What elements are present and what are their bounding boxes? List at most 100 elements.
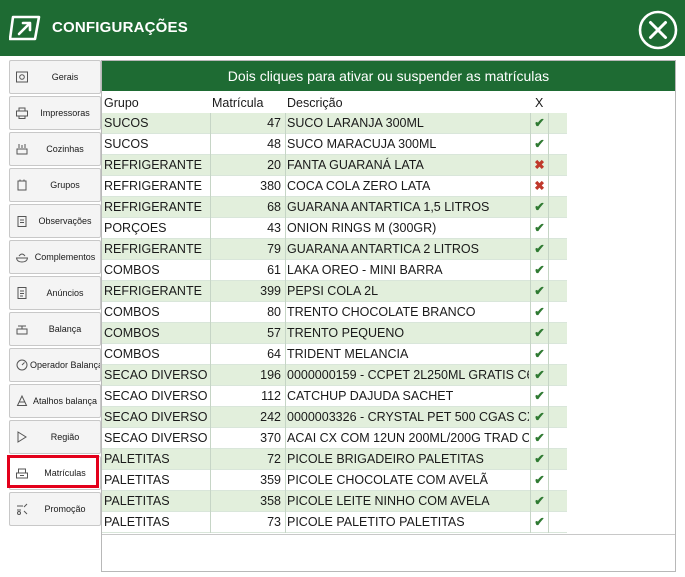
sidebar-item-regiao[interactable]: Região [9,420,101,454]
cross-icon[interactable]: ✖ [530,155,548,176]
cell-descricao: PEPSI COLA 2L [285,281,529,302]
clipboard-icon [14,213,30,229]
table-row[interactable]: REFRIGERANTE 79 GUARANA ANTARTICA 2 LITROS… [102,239,567,260]
cell-grupo: SUCOS [104,116,149,130]
table-row[interactable]: SECAO DIVERSO 242 0000003326 - CRYSTAL PET… [102,407,567,428]
cell-descricao: CATCHUP DAJUDA SACHET [285,386,529,407]
check-icon[interactable]: ✔ [530,386,548,407]
cell-grupo: PORÇOES [104,221,167,235]
sidebar-item-label: Promoção [44,504,86,514]
sidebar-item-gerais[interactable]: Gerais [9,60,101,94]
check-icon[interactable]: ✔ [530,449,548,470]
table-row[interactable]: SECAO DIVERSO 196 0000000159 - CCPET 2L250… [102,365,567,386]
matriculas-panel: Dois cliques para ativar ou suspender as… [101,60,676,572]
sidebar-item-cozinhas[interactable]: Cozinhas [9,132,101,166]
cell-descricao: SUCO MARACUJA 300ML [285,134,529,155]
sidebar-item-grupos[interactable]: Grupos [9,168,101,202]
cross-icon[interactable]: ✖ [530,176,548,197]
document-icon [14,285,30,301]
configuracoes-window: CONFIGURAÇÕES Gerais Impressoras Cozinha… [0,0,685,577]
column-header-status[interactable]: X [535,96,543,110]
table-row[interactable]: REFRIGERANTE 399 PEPSI COLA 2L ✔ [102,281,567,302]
check-icon[interactable]: ✔ [530,512,548,533]
cell-grupo: REFRIGERANTE [104,179,202,193]
cell-grupo: COMBOS [104,347,160,361]
table-row[interactable]: COMBOS 80 TRENTO CHOCOLATE BRANCO ✔ [102,302,567,323]
settings-icon [14,69,30,85]
column-header-descricao[interactable]: Descrição [287,96,343,110]
promotion-icon [14,501,30,517]
sidebar-item-balanca[interactable]: Balança [9,312,101,346]
check-icon[interactable]: ✔ [530,470,548,491]
check-icon[interactable]: ✔ [530,491,548,512]
grid-header: Grupo Matrícula Descrição X [102,93,567,113]
table-row[interactable]: SECAO DIVERSO 370 ACAI CX COM 12UN 200ML/2… [102,428,567,449]
table-row[interactable]: COMBOS 64 TRIDENT MELANCIA ✔ [102,344,567,365]
table-row[interactable]: SECAO DIVERSO 112 CATCHUP DAJUDA SACHET ✔ [102,386,567,407]
cell-spacer [548,491,567,512]
cell-descricao: TRENTO CHOCOLATE BRANCO [285,302,529,323]
sidebar-item-complementos[interactable]: Complementos [9,240,101,274]
sidebar-item-label: Gerais [51,72,79,82]
close-circle-icon[interactable] [637,9,679,51]
cell-matricula: 380 [210,176,282,197]
check-icon[interactable]: ✔ [530,428,548,449]
sidebar-item-operador-balanca[interactable]: Operador Balança [9,348,101,382]
register-icon [14,465,30,481]
cell-spacer [548,365,567,386]
cell-descricao: LAKA OREO - MINI BARRA [285,260,529,281]
cell-spacer [548,470,567,491]
cell-grupo: PALETITAS [104,473,170,487]
check-icon[interactable]: ✔ [530,281,548,302]
table-row[interactable]: PORÇOES 43 ONION RINGS M (300GR) ✔ [102,218,567,239]
instruction-banner: Dois cliques para ativar ou suspender as… [102,61,675,91]
table-row[interactable]: REFRIGERANTE 20 FANTA GUARANÁ LATA ✖ [102,155,567,176]
sidebar-item-observacoes[interactable]: Observações [9,204,101,238]
check-icon[interactable]: ✔ [530,113,548,134]
table-row[interactable]: REFRIGERANTE 68 GUARANA ANTARTICA 1,5 LITR… [102,197,567,218]
cell-descricao: GUARANA ANTARTICA 1,5 LITROS [285,197,529,218]
cell-grupo: SUCOS [104,137,149,151]
check-icon[interactable]: ✔ [530,239,548,260]
matriculas-grid: Grupo Matrícula Descrição X SUCOS 47 SUCO … [102,93,567,533]
sidebar-item-anuncios[interactable]: Anúncios [9,276,101,310]
column-header-matricula[interactable]: Matrícula [212,96,263,110]
check-icon[interactable]: ✔ [530,365,548,386]
cell-descricao: ACAI CX COM 12UN 200ML/200G TRAD C [285,428,529,449]
cell-grupo: PALETITAS [104,452,170,466]
check-icon[interactable]: ✔ [530,407,548,428]
check-icon[interactable]: ✔ [530,134,548,155]
table-row[interactable]: PALETITAS 72 PICOLE BRIGADEIRO PALETITAS ✔ [102,449,567,470]
table-row[interactable]: PALETITAS 358 PICOLE LEITE NINHO COM AVELA… [102,491,567,512]
table-row[interactable]: REFRIGERANTE 380 COCA COLA ZERO LATA ✖ [102,176,567,197]
check-icon[interactable]: ✔ [530,218,548,239]
cell-descricao: PICOLE PALETITO PALETITAS [285,512,529,533]
cell-spacer [548,323,567,344]
scale-operator-icon [14,357,30,373]
scale-shortcut-icon [14,393,30,409]
cell-grupo: SECAO DIVERSO [104,368,208,382]
cell-spacer [548,197,567,218]
check-icon[interactable]: ✔ [530,260,548,281]
sidebar-item-promocao[interactable]: Promoção [9,492,101,526]
sidebar-item-matriculas[interactable]: Matrículas [9,456,101,490]
check-icon[interactable]: ✔ [530,197,548,218]
sidebar-item-atalhos-balanca[interactable]: Atalhos balança [9,384,101,418]
cell-matricula: 61 [210,260,282,281]
table-row[interactable]: PALETITAS 359 PICOLE CHOCOLATE COM AVELÃ ✔ [102,470,567,491]
check-icon[interactable]: ✔ [530,302,548,323]
table-row[interactable]: SUCOS 47 SUCO LARANJA 300ML ✔ [102,113,567,134]
cell-matricula: 68 [210,197,282,218]
cell-grupo: PALETITAS [104,494,170,508]
check-icon[interactable]: ✔ [530,323,548,344]
table-row[interactable]: PALETITAS 73 PICOLE PALETITO PALETITAS ✔ [102,512,567,533]
table-row[interactable]: COMBOS 57 TRENTO PEQUENO ✔ [102,323,567,344]
table-row[interactable]: SUCOS 48 SUCO MARACUJA 300ML ✔ [102,134,567,155]
table-row[interactable]: COMBOS 61 LAKA OREO - MINI BARRA ✔ [102,260,567,281]
column-header-grupo[interactable]: Grupo [104,96,139,110]
check-icon[interactable]: ✔ [530,344,548,365]
sidebar-item-impressoras[interactable]: Impressoras [9,96,101,130]
sidebar-item-label: Impressoras [40,108,90,118]
cell-matricula: 57 [210,323,282,344]
cell-descricao: 0000000159 - CCPET 2L250ML GRATIS C6 [285,365,529,386]
